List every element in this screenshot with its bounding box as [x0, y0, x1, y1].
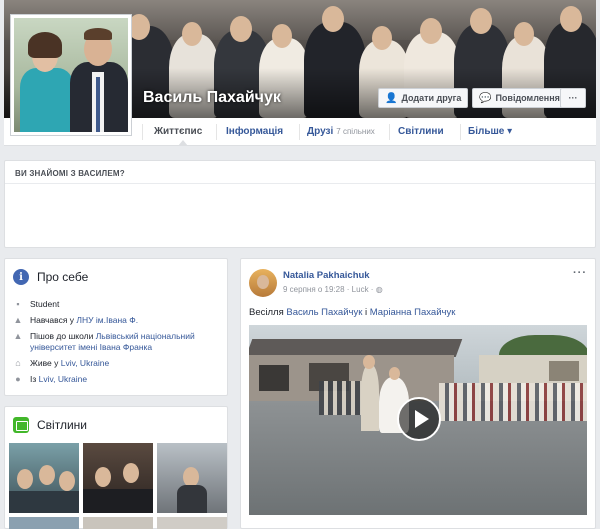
- photos-icon: [13, 417, 29, 433]
- about-item-from: ● Із Lviv, Ukraine: [13, 374, 225, 385]
- info-icon: i: [13, 269, 29, 285]
- about-item-text: Student: [30, 299, 60, 309]
- briefcase-icon: ▪: [16, 299, 20, 309]
- post-author-name[interactable]: Natalia Pakhaichuk: [283, 270, 370, 281]
- education-link[interactable]: ЛНУ ім.Івана Ф.: [76, 315, 138, 325]
- about-item-prefix: Із: [30, 374, 39, 384]
- tagged-person-link[interactable]: Василь Пахайчук: [286, 307, 362, 318]
- post-meta: 9 серпня о 19:28 · Luck · ◍: [283, 285, 383, 294]
- location-pin-icon: ●: [15, 374, 21, 384]
- photo-thumbnail[interactable]: [83, 517, 153, 529]
- tab-photos[interactable]: Світлини: [398, 118, 444, 146]
- tagged-person-link[interactable]: Маріанна Пахайчук: [370, 307, 456, 318]
- about-item-lives-in: ⌂ Живе у Lviv, Ukraine: [13, 358, 225, 369]
- tab-about[interactable]: Інформація: [226, 118, 283, 146]
- graduation-cap-icon: ▲: [13, 331, 23, 341]
- photo-thumbnail[interactable]: [9, 443, 79, 513]
- play-button-icon[interactable]: [397, 397, 441, 441]
- tab-friends-label: Друзі: [307, 126, 334, 137]
- message-button[interactable]: 💬 Повідомлення: [472, 88, 567, 108]
- privacy-globe-icon: ◍: [375, 285, 383, 294]
- active-tab-indicator: [178, 140, 188, 146]
- tab-more[interactable]: Більше ▾: [468, 118, 512, 146]
- graduation-cap-icon: ▲: [13, 315, 23, 325]
- photos-card: Світлини: [4, 406, 228, 529]
- mutual-friends-count: 7 спільних: [336, 127, 375, 136]
- about-item-prefix: Навчався у: [30, 315, 77, 325]
- messenger-icon: 💬: [479, 92, 492, 104]
- add-friend-label: Додати друга: [401, 93, 462, 103]
- profile-picture[interactable]: [10, 14, 132, 136]
- message-label: Повідомлення: [495, 93, 560, 103]
- photos-title[interactable]: Світлини: [37, 418, 87, 432]
- profile-name[interactable]: Василь Пахайчук: [143, 89, 281, 107]
- photo-thumbnail[interactable]: [83, 443, 153, 513]
- people-you-may-know-box: ВИ ЗНАЙОМІ З ВАСИЛЕМ?: [4, 160, 596, 248]
- photo-thumbnail[interactable]: [157, 443, 227, 513]
- home-icon: ⌂: [15, 358, 21, 368]
- about-item-prefix: Пішов до школи: [30, 331, 96, 341]
- about-item-school: ▲ Пішов до школи Львівський національний…: [13, 331, 225, 353]
- about-item-work: ▪ Student: [13, 299, 225, 310]
- photo-thumbnail[interactable]: [157, 517, 227, 529]
- post-author-avatar[interactable]: [249, 269, 277, 297]
- feed-post: Natalia Pakhaichuk 9 серпня о 19:28 · Lu…: [240, 258, 596, 529]
- post-video[interactable]: [249, 325, 587, 515]
- add-friend-button[interactable]: 👤 Додати друга: [378, 88, 469, 108]
- current-city-link[interactable]: Lviv, Ukraine: [61, 358, 110, 368]
- about-item-prefix: Живе у: [30, 358, 61, 368]
- intro-title: Про себе: [37, 270, 89, 284]
- more-options-button[interactable]: ···: [560, 88, 586, 108]
- profile-page: Василь Пахайчук 👤 Додати друга 💬 Повідом…: [0, 0, 600, 529]
- tab-friends[interactable]: Друзі 7 спільних: [307, 118, 375, 146]
- about-item-education: ▲ Навчався у ЛНУ ім.Івана Ф.: [13, 315, 225, 326]
- post-options-button[interactable]: ···: [573, 267, 587, 279]
- post-text-part: Весілля: [249, 307, 287, 318]
- post-text: Весілля Василь Пахайчук і Маріанна Пахай…: [249, 307, 455, 318]
- hometown-link[interactable]: Lviv, Ukraine: [39, 374, 88, 384]
- add-friend-icon: 👤: [385, 92, 398, 104]
- post-text-part: і: [362, 307, 370, 318]
- intro-card: i Про себе ▪ Student ▲ Навчався у ЛНУ ім…: [4, 258, 228, 396]
- post-timestamp[interactable]: 9 серпня о 19:28 · Luck ·: [283, 285, 376, 294]
- know-title: ВИ ЗНАЙОМІ З ВАСИЛЕМ?: [15, 169, 125, 178]
- photo-thumbnail[interactable]: [9, 517, 79, 529]
